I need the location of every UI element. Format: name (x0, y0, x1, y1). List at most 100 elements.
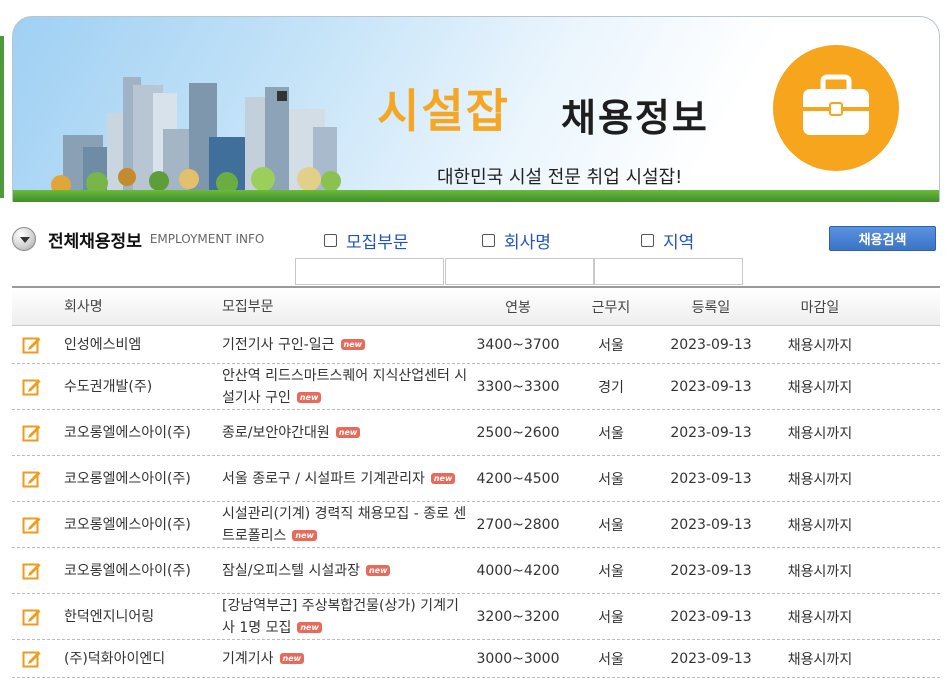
header-salary: 연봉 (505, 299, 531, 316)
region-search-input[interactable] (594, 258, 743, 285)
deadline-cell-text: 채용시까지 (787, 337, 853, 354)
table-row[interactable]: 코오롱엘에스아이(주) 잠실/오피스텔 시설과장 new 4000~4200 서울 202… (12, 548, 940, 594)
table-header: 회사명 모집부문 연봉 근무지 등록일 마감일 (12, 286, 940, 326)
deadline-cell-text: 채용시까지 (787, 563, 853, 580)
checkbox-icon[interactable] (641, 234, 654, 247)
registered-date-cell-text: 2023-09-13 (670, 608, 752, 625)
position-cell[interactable]: 시설관리(기계) 경력직 채용모집 - 종로 센트로폴리스 new (212, 503, 468, 547)
position-cell[interactable]: 잠실/오피스텔 시설과장 new (212, 560, 468, 582)
position-cell[interactable]: 기전기사 구인-일근 new (212, 334, 468, 356)
registered-date-cell-text: 2023-09-13 (670, 336, 752, 353)
checkbox-icon[interactable] (324, 234, 337, 247)
position-cell-text: 기전기사 구인-일근 (222, 336, 335, 353)
edit-icon[interactable] (12, 335, 52, 355)
company-cell[interactable]: 코오롱엘에스아이(주) (52, 468, 212, 490)
edit-icon[interactable] (12, 423, 52, 443)
briefcase-icon (803, 74, 869, 135)
edit-icon[interactable] (12, 561, 52, 581)
company-cell[interactable]: 인성에스비엠 (52, 334, 212, 356)
location-cell-text: 서울 (598, 471, 624, 488)
registered-date-cell: 2023-09-13 (654, 651, 768, 667)
company-cell[interactable]: 코오롱엘에스아이(주) (52, 514, 212, 536)
deadline-cell-text: 채용시까지 (787, 379, 853, 396)
company-cell-text: (주)덕화아이엔디 (64, 650, 166, 667)
salary-cell: 4000~4200 (468, 563, 568, 579)
filter-company-label: 회사명 (504, 233, 551, 253)
filter-position[interactable]: 모집부문 (324, 228, 409, 253)
location-cell: 서울 (568, 649, 654, 669)
edit-icon[interactable] (12, 607, 52, 627)
registered-date-cell: 2023-09-13 (654, 563, 768, 579)
dropdown-circle-icon[interactable] (12, 227, 36, 251)
new-badge: new (340, 339, 366, 350)
position-search-input[interactable] (295, 258, 444, 285)
company-cell-text: 한덕엔지니어링 (64, 608, 155, 625)
table-row[interactable]: 코오롱엘에스아이(주) 종로/보안야간대원 new 2500~2600 서울 2023-0… (12, 410, 940, 456)
registered-date-cell-text: 2023-09-13 (670, 470, 752, 487)
deadline-cell-text: 채용시까지 (787, 425, 853, 442)
company-cell[interactable]: (주)덕화아이엔디 (52, 648, 212, 670)
location-cell: 서울 (568, 561, 654, 581)
edit-icon[interactable] (12, 469, 52, 489)
table-row[interactable]: (주)덕화아이엔디 기계기사 new 3000~3000 서울 2023-09-13 채용시… (12, 640, 940, 678)
deadline-cell-text: 채용시까지 (787, 651, 853, 668)
company-cell[interactable]: 수도권개발(주) (52, 376, 212, 398)
salary-cell: 3300~3300 (468, 379, 568, 395)
salary-cell-text: 2700~2800 (476, 516, 560, 533)
salary-cell-text: 4200~4500 (476, 470, 560, 487)
position-cell-text: 서울 종로구 / 시설파트 기계관리자 (222, 470, 425, 487)
grass-strip (13, 190, 939, 202)
company-cell[interactable]: 한덕엔지니어링 (52, 606, 212, 628)
filter-company[interactable]: 회사명 (482, 228, 551, 253)
deadline-cell: 채용시까지 (768, 561, 872, 581)
left-edge-accent (0, 36, 4, 198)
edit-icon (22, 425, 41, 441)
edit-icon[interactable] (12, 377, 52, 397)
location-cell: 서울 (568, 335, 654, 355)
location-cell-text: 서울 (598, 609, 624, 626)
table-row[interactable]: 인성에스비엠 기전기사 구인-일근 new 3400~3700 서울 2023-09-13… (12, 326, 940, 364)
salary-cell-text: 3300~3300 (476, 378, 560, 395)
edit-icon[interactable] (12, 515, 52, 535)
salary-cell: 3400~3700 (468, 337, 568, 353)
edit-icon[interactable] (12, 649, 52, 669)
company-search-input[interactable] (445, 258, 594, 285)
table-row[interactable]: 한덕엔지니어링 [강남역부근] 주상복합건물(상가) 기계기사 1명 모집 new 3… (12, 594, 940, 640)
salary-cell-text: 3000~3000 (476, 650, 560, 667)
location-cell-text: 경기 (598, 379, 624, 396)
job-search-button[interactable]: 채용검색 (829, 226, 936, 251)
position-cell[interactable]: 종로/보안야간대원 new (212, 422, 468, 444)
new-badge: new (292, 530, 317, 541)
briefcase-badge (773, 45, 899, 171)
checkbox-icon[interactable] (482, 234, 495, 247)
new-badge: new (296, 392, 322, 403)
position-cell-text: 기계기사 (222, 650, 274, 667)
location-cell: 서울 (568, 469, 654, 489)
deadline-cell: 채용시까지 (768, 377, 872, 397)
table-row[interactable]: 코오롱엘에스아이(주) 서울 종로구 / 시설파트 기계관리자 new 4200~45… (12, 456, 940, 502)
registered-date-cell: 2023-09-13 (654, 471, 768, 487)
salary-cell: 4200~4500 (468, 471, 568, 487)
new-badge: new (430, 473, 456, 484)
position-cell[interactable]: [강남역부근] 주상복합건물(상가) 기계기사 1명 모집 new (212, 595, 468, 639)
company-cell[interactable]: 코오롱엘에스아이(주) (52, 560, 212, 582)
location-cell: 경기 (568, 377, 654, 397)
position-cell[interactable]: 안산역 리드스마트스퀘어 지식산업센터 시설기사 구인 new (212, 365, 468, 409)
new-badge: new (279, 653, 305, 664)
location-cell-text: 서울 (598, 425, 624, 442)
company-cell-text: 수도권개발(주) (64, 378, 153, 395)
company-cell-text: 코오롱엘에스아이(주) (64, 516, 191, 533)
filter-region[interactable]: 지역 (641, 228, 694, 253)
table-row[interactable]: 코오롱엘에스아이(주) 시설관리(기계) 경력직 채용모집 - 종로 센트로폴리스… (12, 502, 940, 548)
header-registered: 등록일 (691, 299, 731, 316)
table-body: 인성에스비엠 기전기사 구인-일근 new 3400~3700 서울 2023-09-13… (12, 326, 940, 678)
table-row[interactable]: 수도권개발(주) 안산역 리드스마트스퀘어 지식산업센터 시설기사 구인 new 33… (12, 364, 940, 410)
position-cell[interactable]: 서울 종로구 / 시설파트 기계관리자 new (212, 468, 468, 490)
deadline-cell-text: 채용시까지 (787, 471, 853, 488)
position-cell[interactable]: 기계기사 new (212, 648, 468, 670)
registered-date-cell: 2023-09-13 (654, 379, 768, 395)
filter-position-label: 모집부문 (346, 233, 409, 253)
position-cell-text: 잠실/오피스텔 시설과장 (222, 562, 360, 579)
company-cell[interactable]: 코오롱엘에스아이(주) (52, 422, 212, 444)
location-cell: 서울 (568, 515, 654, 535)
